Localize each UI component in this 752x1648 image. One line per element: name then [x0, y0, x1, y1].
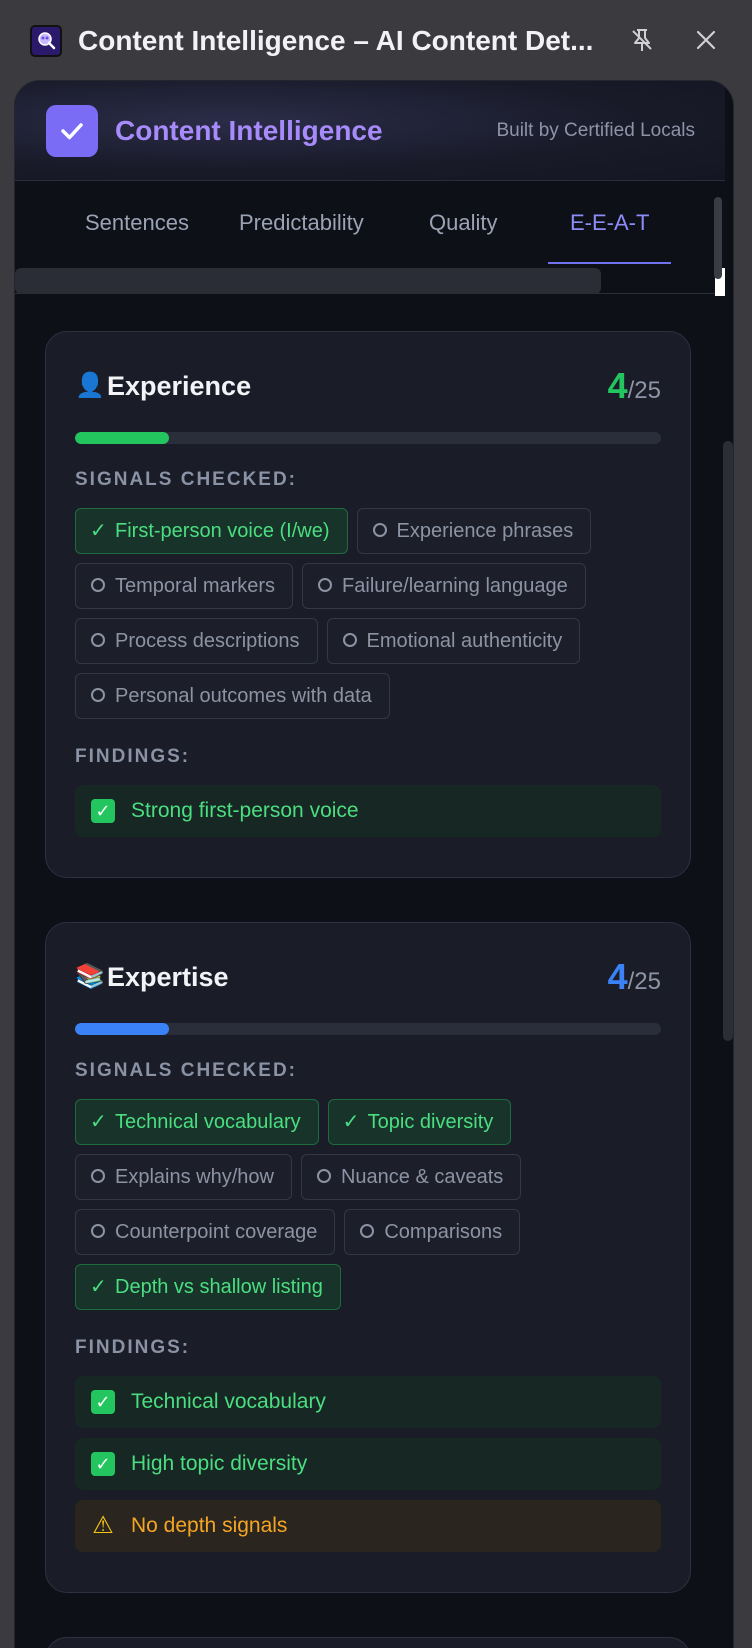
magnifier-brain-icon: [38, 32, 56, 50]
check-icon: ✓: [90, 520, 107, 542]
expertise-progress-fill: [75, 1023, 169, 1035]
tab-vertical-scrollbar[interactable]: [714, 197, 722, 279]
circle-icon: [342, 619, 358, 663]
signal-chip: Comparisons: [344, 1209, 521, 1255]
tab-predictability[interactable]: Predictability: [217, 182, 386, 264]
check-box-icon: ✓: [91, 799, 115, 823]
content-scrollbar-thumb[interactable]: [723, 441, 733, 1041]
findings-label: FINDINGS:: [75, 746, 191, 767]
books-icon: 📚: [75, 963, 105, 990]
close-icon: [696, 30, 716, 50]
experience-findings: ✓ Strong first-person voice: [75, 785, 661, 877]
close-button[interactable]: [690, 24, 722, 56]
tab-quality[interactable]: Quality: [407, 182, 519, 264]
check-icon: ✓: [342, 1111, 360, 1133]
tab-eeat[interactable]: E-E-A-T: [548, 182, 672, 264]
window-titlebar: Content Intelligence – AI Content Det...: [0, 0, 752, 80]
circle-icon: [90, 564, 106, 608]
signal-chip: Failure/learning language: [302, 563, 586, 609]
warning-icon: ⚠: [92, 1512, 114, 1539]
checkmark-icon: [61, 123, 83, 140]
next-card: [45, 1637, 691, 1648]
circle-icon: [90, 1155, 106, 1199]
signal-chip: ✓ Depth vs shallow listing: [75, 1264, 341, 1310]
circle-icon: [317, 564, 333, 608]
check-icon: ✓: [90, 1276, 107, 1298]
signal-chip: Counterpoint coverage: [75, 1209, 336, 1255]
signal-chip: Explains why/how: [75, 1154, 292, 1200]
circle-icon: [359, 1210, 375, 1254]
expertise-title: Expertise: [107, 962, 229, 992]
tab-scrollbar-thumb[interactable]: [15, 268, 601, 294]
check-box-icon: ✓: [91, 1390, 115, 1414]
person-icon: 👤: [75, 372, 105, 399]
experience-title: Experience: [107, 371, 252, 401]
eeat-content: 👤 Experience 4/25 SIGNALS CHECKED: ✓ Firs…: [45, 331, 691, 1648]
signal-chip: ✓ Topic diversity: [327, 1099, 512, 1145]
brand-logo: [46, 105, 98, 157]
circle-icon: [90, 619, 106, 663]
experience-card: 👤 Experience 4/25 SIGNALS CHECKED: ✓ Firs…: [45, 331, 691, 878]
expertise-card: 📚 Expertise 4/25 SIGNALS CHECKED: ✓ Techn…: [45, 922, 691, 1593]
circle-icon: [90, 1210, 106, 1254]
window-title: Content Intelligence – AI Content Det...: [78, 25, 594, 56]
expertise-progress-bar: [75, 1023, 661, 1035]
circle-icon: [90, 674, 106, 718]
app-icon: [30, 25, 62, 57]
signals-label: SIGNALS CHECKED:: [75, 469, 298, 490]
expertise-findings: ✓ Technical vocabulary ✓ High topic divers…: [75, 1376, 661, 1592]
signals-label: SIGNALS CHECKED:: [75, 1060, 298, 1081]
finding-item: ✓ Strong first-person voice: [75, 785, 661, 837]
byline: Built by Certified Locals: [496, 120, 695, 141]
signal-chip: Personal outcomes with data: [75, 673, 390, 719]
tab-bar: Sentences Predictability Quality E-E-A-T: [15, 182, 725, 264]
tab-scrollbar[interactable]: [15, 264, 725, 296]
finding-item: ✓ High topic diversity: [75, 1438, 661, 1490]
brand-name: Content Intelligence: [115, 115, 383, 146]
experience-score: 4/25: [607, 365, 661, 406]
signal-chip: Temporal markers: [75, 563, 294, 609]
expertise-score: 4/25: [607, 956, 661, 997]
circle-icon: [372, 509, 388, 553]
panel-header: Content Intelligence Built by Certified …: [15, 81, 725, 181]
experience-progress-bar: [75, 432, 661, 444]
check-icon: ✓: [90, 1111, 107, 1133]
signal-chip: ✓ First-person voice (I/we): [75, 508, 348, 554]
expertise-signals: ✓ Technical vocabulary ✓ Topic diversity E…: [75, 1099, 665, 1310]
signal-chip: Nuance & caveats: [300, 1154, 522, 1200]
signal-chip: Process descriptions: [75, 618, 318, 664]
extension-panel: Content Intelligence Built by Certified …: [14, 80, 734, 1648]
findings-label: FINDINGS:: [75, 1337, 191, 1358]
unpin-button[interactable]: [626, 24, 658, 56]
signal-chip: Experience phrases: [356, 508, 592, 554]
check-box-icon: ✓: [91, 1452, 115, 1476]
finding-item: ⚠ No depth signals: [75, 1500, 661, 1552]
signal-chip: ✓ Technical vocabulary: [75, 1099, 319, 1145]
circle-icon: [316, 1155, 332, 1199]
experience-progress-fill: [75, 432, 169, 444]
finding-item: ✓ Technical vocabulary: [75, 1376, 661, 1428]
tab-sentences[interactable]: Sentences: [63, 182, 211, 264]
signal-chip: Emotional authenticity: [326, 618, 581, 664]
experience-signals: ✓ First-person voice (I/we) Experience ph…: [75, 508, 665, 719]
unpin-icon: [632, 29, 652, 51]
